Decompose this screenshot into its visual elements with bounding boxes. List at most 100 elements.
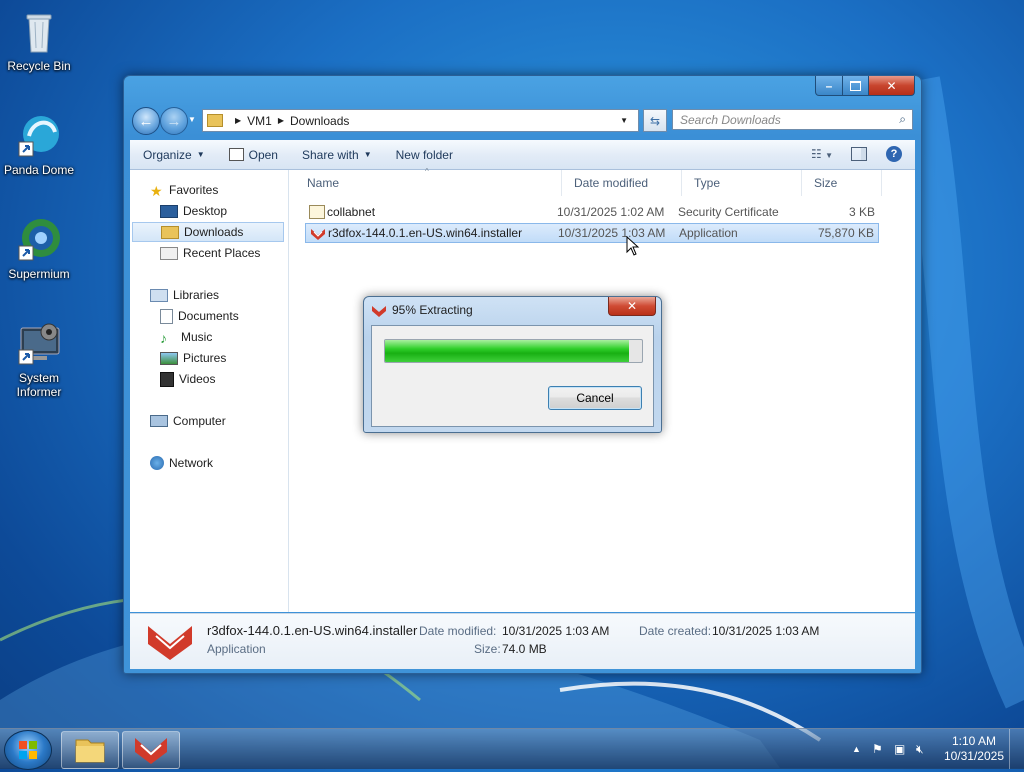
new-folder-button[interactable]: New folder (384, 140, 465, 169)
nav-label: Computer (173, 414, 226, 428)
certificate-icon (309, 205, 325, 219)
taskbar-r3dfox-button[interactable] (122, 731, 180, 769)
system-clock[interactable]: 1:10 AM 10/31/2025 (944, 734, 1004, 764)
forward-arrow-icon: → (166, 112, 182, 130)
refresh-button[interactable]: ⇆ (643, 109, 667, 132)
volume-muted-icon[interactable]: 🔇︎ (916, 742, 924, 757)
recent-pages-dropdown[interactable]: ▼ (188, 115, 196, 124)
desktop-icon-recycle-bin[interactable]: Recycle Bin (0, 8, 78, 73)
r3dfox-icon (135, 738, 167, 764)
maximize-button[interactable] (843, 76, 869, 96)
address-bar[interactable]: ▶ VM1 ▶ Downloads ▼ (202, 109, 639, 132)
nav-label: Documents (178, 309, 239, 323)
desktop-icon-label: Panda Dome (3, 163, 75, 177)
search-input[interactable]: Search Downloads ⌕ (672, 109, 913, 130)
share-with-label: Share with (301, 147, 359, 162)
column-header-date-modified[interactable]: Date modified (562, 170, 682, 196)
system-informer-icon (15, 320, 63, 368)
cancel-label: Cancel (576, 391, 614, 405)
address-dropdown-icon[interactable]: ▼ (620, 116, 628, 125)
open-icon (228, 148, 244, 161)
details-file-kind: Application (207, 642, 266, 656)
file-size: 3 KB (848, 205, 875, 219)
nav-downloads[interactable]: Downloads (132, 222, 284, 242)
view-options-button[interactable]: ☷ ▼ (811, 147, 833, 161)
breadcrumb-separator-icon: ▶ (235, 116, 242, 125)
star-icon: ★ (150, 183, 163, 199)
music-icon: ♪ (160, 330, 167, 346)
open-button[interactable]: Open (217, 140, 290, 169)
action-center-flag-icon[interactable]: ⚑ (872, 742, 883, 756)
nav-label: Favorites (169, 183, 219, 197)
desktop-icon-system-informer[interactable]: System Informer (0, 320, 78, 399)
nav-label: Network (169, 456, 214, 470)
nav-pictures[interactable]: Pictures (160, 348, 226, 368)
search-icon: ⌕ (899, 112, 906, 126)
sort-ascending-icon: ^ (425, 167, 429, 176)
file-type: Security Certificate (678, 205, 779, 219)
extract-progress-bar (384, 339, 643, 363)
clock-time: 1:10 AM (951, 734, 996, 748)
network-status-icon[interactable]: ▣ (894, 742, 905, 756)
nav-favorites[interactable]: ★ Favorites (150, 180, 218, 200)
search-placeholder: Search Downloads (680, 112, 781, 127)
documents-icon (160, 308, 173, 324)
window-caption-buttons: – ✕ (815, 76, 915, 96)
nav-label: Libraries (173, 288, 220, 302)
details-file-name: r3dfox-144.0.1.en-US.win64.installer (207, 623, 418, 638)
taskbar-explorer-button[interactable] (61, 731, 119, 769)
file-row-collabnet[interactable]: collabnet 10/31/2025 1:02 AM Security Ce… (305, 202, 879, 222)
downloads-folder-icon (161, 225, 179, 239)
progress-bar-fill (385, 340, 630, 362)
help-button[interactable]: ? (886, 146, 902, 162)
preview-pane-button[interactable] (851, 147, 867, 161)
organize-button[interactable]: Organize ▼ (130, 140, 217, 169)
r3dfox-large-icon (148, 626, 192, 660)
navigation-pane: ★ Favorites Desktop Downloads Recent Plac… (130, 170, 289, 612)
chevron-down-icon: ▼ (363, 150, 372, 159)
nav-libraries[interactable]: Libraries (150, 285, 219, 305)
close-button[interactable]: ✕ (869, 76, 915, 96)
start-button[interactable] (4, 730, 52, 770)
file-row-r3dfox-installer[interactable]: r3dfox-144.0.1.en-US.win64.installer 10/… (305, 223, 879, 243)
back-arrow-icon: ← (138, 112, 154, 130)
nav-label: Desktop (183, 204, 228, 218)
dialog-close-button[interactable]: ✕ (608, 297, 656, 316)
nav-videos[interactable]: Videos (160, 369, 215, 389)
nav-computer[interactable]: Computer (150, 411, 226, 431)
network-icon (150, 456, 164, 470)
cancel-button[interactable]: Cancel (548, 386, 642, 410)
minimize-button[interactable]: – (815, 76, 843, 96)
mouse-cursor-icon (626, 236, 640, 256)
back-button[interactable]: ← (132, 107, 160, 135)
column-header-type[interactable]: Type (682, 170, 802, 196)
details-size: 74.0 MB (502, 642, 547, 656)
show-desktop-button[interactable] (1009, 729, 1024, 769)
videos-icon (160, 371, 174, 387)
forward-button[interactable]: → (160, 107, 188, 135)
details-date-created-label: Date created: (639, 624, 712, 638)
nav-documents[interactable]: Documents (160, 306, 239, 326)
column-header-label: Type (694, 176, 721, 190)
desktop-icon-label: System Informer (16, 371, 62, 399)
breadcrumb-downloads[interactable]: Downloads (290, 114, 349, 128)
details-size-label: Size: (474, 642, 501, 656)
details-date-created: 10/31/2025 1:03 AM (712, 624, 820, 638)
desktop-icon-supermium[interactable]: Supermium (0, 216, 78, 281)
chevron-down-icon: ▼ (825, 151, 833, 160)
nav-desktop[interactable]: Desktop (160, 201, 227, 221)
nav-label: Videos (179, 372, 216, 386)
panda-dome-icon (15, 112, 63, 160)
nav-music[interactable]: ♪ Music (160, 327, 212, 347)
refresh-icon: ⇆ (649, 113, 661, 128)
nav-recent-places[interactable]: Recent Places (160, 243, 260, 263)
file-name: collabnet (327, 205, 376, 219)
column-header-name[interactable]: Name ^ (295, 167, 562, 196)
breadcrumb-vm1[interactable]: VM1 (247, 114, 272, 128)
column-header-size[interactable]: Size (802, 170, 882, 196)
desktop-icon-panda-dome[interactable]: Panda Dome (0, 112, 78, 177)
nav-network[interactable]: Network (150, 453, 213, 473)
share-with-button[interactable]: Share with ▼ (290, 140, 384, 169)
address-row: ← → ▼ ▶ VM1 ▶ Downloads ▼ ⇆ Search Downl… (130, 106, 915, 135)
show-hidden-icons-button[interactable]: ▲ (852, 744, 861, 754)
